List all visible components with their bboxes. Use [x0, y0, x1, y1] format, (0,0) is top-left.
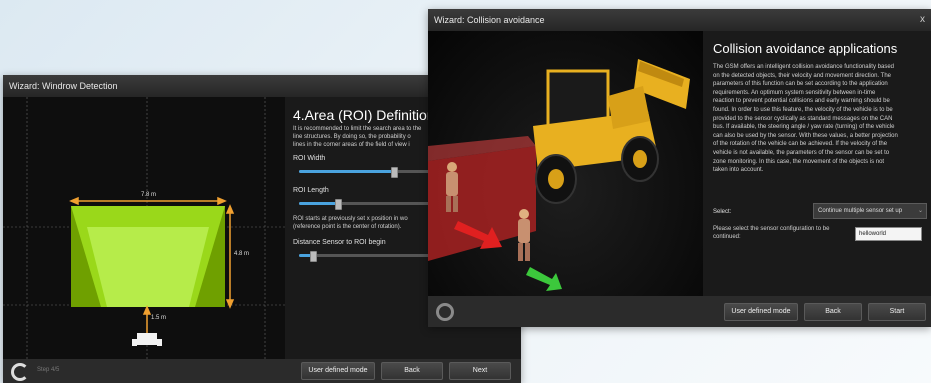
- collision-description: The GSM offers an intelligent collision …: [713, 63, 898, 175]
- collision-footer: User defined mode Back Start: [428, 296, 931, 327]
- description-line: can also be used by the sensor. With the…: [713, 132, 898, 139]
- next-button[interactable]: Next: [449, 362, 511, 380]
- description-line: reaction to prevent potential collisions…: [713, 98, 890, 105]
- roi-width-label: ROI Width: [293, 155, 326, 162]
- description-line: parameters of this function can be set a…: [713, 81, 888, 88]
- width-dimension-label: 7.8 m: [141, 192, 157, 198]
- wheel-loader: [533, 59, 690, 204]
- windrow-footer: Step 4/5 User defined mode Back Next: [3, 359, 521, 383]
- roi-preview: 7.8 m 4.8 m 1.5 m: [3, 97, 285, 359]
- collision-heading: Collision avoidance applications: [713, 41, 898, 56]
- description-line: The GSM offers an intelligent collision …: [713, 64, 894, 70]
- roi-width-handle[interactable]: [391, 167, 399, 178]
- roi-note-line: ROI starts at previously set x position …: [293, 216, 408, 222]
- user-defined-mode-button[interactable]: User defined mode: [301, 362, 375, 380]
- distance-label: Distance Sensor to ROI begin: [293, 239, 386, 246]
- roi-length-handle[interactable]: [335, 199, 343, 210]
- chevron-down-icon: ⌄: [917, 208, 923, 214]
- roi-note-text: ROI starts at previously set x position …: [293, 215, 408, 231]
- description-line: found. In order to use this feature, the…: [713, 106, 893, 113]
- distance-slider[interactable]: [299, 251, 439, 262]
- collision-wizard-window: Wizard: Collision avoidance x Collision …: [428, 9, 931, 327]
- description-line: vehicle is not available, the parameters…: [713, 149, 890, 156]
- roi-length-fill: [299, 202, 339, 205]
- close-icon[interactable]: x: [920, 9, 925, 31]
- sensor-config-input[interactable]: helloworld: [855, 227, 922, 241]
- roi-note-line: (reference point is the center of rotati…: [293, 224, 402, 230]
- intro-text: It is recommended to limit the search ar…: [293, 125, 421, 149]
- sensor-setup-value: Continue multiple sensor set up: [818, 208, 903, 214]
- step-counter: Step 4/5: [37, 367, 60, 373]
- config-label-line: continued:: [713, 234, 741, 240]
- roi-length-slider[interactable]: [299, 199, 439, 210]
- collision-title-bar[interactable]: Wizard: Collision avoidance x: [428, 9, 931, 31]
- wheel-loader-scene: [428, 59, 690, 291]
- collision-window-title: Wizard: Collision avoidance: [434, 15, 545, 25]
- config-label: Please select the sensor configuration t…: [713, 225, 829, 241]
- offset-dimension-label: 1.5 m: [151, 315, 167, 321]
- step-heading: 4.Area (ROI) Definition: [293, 107, 435, 123]
- busy-spinner-icon: [11, 363, 29, 381]
- windrow-window-title: Wizard: Windrow Detection: [9, 81, 118, 91]
- roi-width-slider[interactable]: [299, 167, 439, 178]
- description-line: taken into account.: [713, 167, 764, 174]
- description-line: bus. If available, the steering angle / …: [713, 124, 895, 131]
- distance-handle[interactable]: [310, 251, 317, 262]
- sensor-vehicle: [132, 333, 162, 346]
- busy-spinner-icon: [436, 303, 454, 321]
- back-button[interactable]: Back: [381, 362, 443, 380]
- config-label-line: Please select the sensor configuration t…: [713, 226, 830, 232]
- intro-line: lines in the corner areas of the field o…: [293, 142, 410, 148]
- description-line: zone monitoring. In this case, the movem…: [713, 158, 885, 165]
- intro-line: It is recommended to limit the search ar…: [293, 126, 422, 132]
- start-button[interactable]: Start: [868, 303, 926, 321]
- safe-arrow: [526, 267, 562, 291]
- collision-info-panel: Collision avoidance applications The GSM…: [703, 31, 931, 296]
- intro-line: line structures. By doing so, the probab…: [293, 134, 411, 140]
- user-defined-mode-button[interactable]: User defined mode: [724, 303, 798, 321]
- select-label: Select:: [713, 209, 732, 215]
- description-line: requirements. An optimum system sensitiv…: [713, 89, 876, 96]
- description-line: on the detected objects, their velocity …: [713, 72, 891, 79]
- roi-diagram: [3, 97, 285, 359]
- roi-length-label: ROI Length: [293, 187, 329, 194]
- description-line: provided to the sensor cyclically as sta…: [713, 115, 893, 122]
- roi-width-fill: [299, 170, 395, 173]
- sensor-setup-select[interactable]: Continue multiple sensor set up ⌄: [813, 203, 927, 219]
- back-button[interactable]: Back: [804, 303, 862, 321]
- description-line: of the rotation of the vehicle can be ac…: [713, 141, 888, 148]
- collision-illustration: [428, 31, 703, 296]
- length-dimension-label: 4.8 m: [234, 251, 250, 257]
- roi-highlight: [87, 227, 209, 307]
